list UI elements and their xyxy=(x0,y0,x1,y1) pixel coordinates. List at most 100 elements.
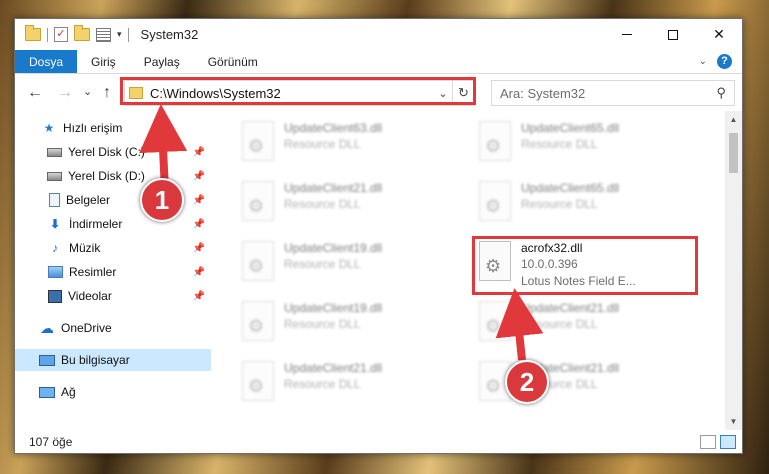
sidebar-item-videos[interactable]: Videolar 📌 xyxy=(15,285,211,307)
toolbar-divider xyxy=(47,27,48,42)
sidebar-item-local-disk-c[interactable]: Yerel Disk (C:) 📌 xyxy=(15,141,211,163)
sidebar-item-onedrive[interactable]: ☁ OneDrive xyxy=(15,317,211,339)
file-highlight xyxy=(472,236,698,295)
gear-icon: ⚙ xyxy=(248,256,265,276)
file-tile[interactable]: ⚙ UpdateClient21.dll Resource DLL xyxy=(475,297,705,349)
sidebar-item-label: Yerel Disk (D:) xyxy=(68,169,145,183)
pin-icon[interactable]: 📌 xyxy=(193,171,205,182)
ribbon-tabs: Dosya Giriş Paylaş Görünüm ⌄ ? xyxy=(15,50,742,74)
tab-share[interactable]: Paylaş xyxy=(130,50,194,73)
network-icon xyxy=(39,386,55,398)
up-arrow-icon[interactable]: ↑ xyxy=(103,84,111,102)
window-controls: ✕ xyxy=(604,19,742,50)
scrollbar-thumb[interactable] xyxy=(729,133,738,173)
file-type: Resource DLL xyxy=(521,137,598,151)
dll-file-icon: ⚙ xyxy=(242,361,274,401)
properties-check-icon[interactable]: ✓ xyxy=(54,27,68,42)
sidebar-item-label: Müzik xyxy=(69,241,101,255)
file-name: UpdateClient21.dll xyxy=(284,181,383,195)
expand-ribbon-icon[interactable]: ⌄ xyxy=(699,56,707,67)
file-name: UpdateClient65.dll xyxy=(521,121,620,135)
vertical-scrollbar[interactable]: ▲ ▼ xyxy=(725,111,742,430)
status-bar: 107 öğe xyxy=(15,430,742,453)
tiles-view-icon[interactable] xyxy=(720,434,736,449)
scroll-down-icon[interactable]: ▼ xyxy=(725,417,742,426)
tab-file[interactable]: Dosya xyxy=(15,50,78,73)
file-tile[interactable]: ⚙ UpdateClient21.dll Resource DLL xyxy=(238,357,468,409)
ribbon-help-area: ⌄ ? xyxy=(699,50,742,73)
file-tile[interactable]: ⚙ UpdateClient65.dll Resource DLL xyxy=(475,177,705,229)
pictures-icon xyxy=(48,266,63,278)
file-type: Resource DLL xyxy=(284,137,361,151)
forward-arrow-icon[interactable]: → xyxy=(57,84,73,102)
sidebar-item-quick-access[interactable]: ★ Hızlı erişim xyxy=(15,117,211,139)
sidebar-item-label: Hızlı erişim xyxy=(63,121,123,135)
music-icon: ♪ xyxy=(52,241,58,255)
sidebar-item-label: İndirmeler xyxy=(69,217,123,231)
gear-icon: ⚙ xyxy=(485,316,502,336)
file-type: Resource DLL xyxy=(521,317,598,331)
chevron-down-icon[interactable]: ▾ xyxy=(117,29,122,40)
sidebar-item-label: Ağ xyxy=(61,385,76,399)
file-name: UpdateClient19.dll xyxy=(284,241,383,255)
view-switcher xyxy=(700,434,736,449)
file-tile[interactable]: ⚙ UpdateClient21.dll Resource DLL xyxy=(238,177,468,229)
pin-icon[interactable]: 📌 xyxy=(193,291,205,302)
pin-icon[interactable]: 📌 xyxy=(193,147,205,158)
sidebar-item-network[interactable]: Ağ xyxy=(15,381,211,403)
recent-locations-icon[interactable]: ⌄ xyxy=(83,85,92,98)
drive-icon xyxy=(47,171,62,181)
file-type: Resource DLL xyxy=(521,197,598,211)
file-type: Resource DLL xyxy=(284,317,361,331)
toolbar-divider xyxy=(127,27,129,42)
gear-icon: ⚙ xyxy=(248,136,265,156)
maximize-icon xyxy=(668,29,678,40)
star-icon: ★ xyxy=(43,121,55,135)
pin-icon[interactable]: 📌 xyxy=(193,267,205,278)
close-button[interactable]: ✕ xyxy=(696,19,742,50)
scroll-up-icon[interactable]: ▲ xyxy=(725,115,742,124)
minimize-icon xyxy=(622,34,632,35)
address-bar-highlight xyxy=(120,77,476,105)
item-count: 107 öğe xyxy=(29,434,73,449)
maximize-button[interactable] xyxy=(650,19,696,50)
dll-file-icon: ⚙ xyxy=(479,181,511,221)
help-icon[interactable]: ? xyxy=(717,54,732,69)
details-view-icon[interactable] xyxy=(700,434,716,449)
file-tile[interactable]: ⚙ UpdateClient19.dll Resource DLL xyxy=(238,237,468,289)
search-input[interactable]: Ara: System32 ⚲ xyxy=(491,80,735,106)
search-icon[interactable]: ⚲ xyxy=(716,85,726,101)
minimize-button[interactable] xyxy=(604,19,650,50)
sidebar-item-downloads[interactable]: ⬇ İndirmeler 📌 xyxy=(15,213,211,235)
file-name: UpdateClient21.dll xyxy=(284,361,383,375)
file-name: UpdateClient21.dll xyxy=(521,301,620,315)
tab-home[interactable]: Giriş xyxy=(77,50,130,73)
file-type: Resource DLL xyxy=(284,377,361,391)
back-arrow-icon[interactable]: ← xyxy=(27,84,43,102)
file-tile[interactable]: ⚙ UpdateClient65.dll Resource DLL xyxy=(475,117,705,169)
new-folder-icon[interactable] xyxy=(74,25,90,41)
sidebar-item-music[interactable]: ♪ Müzik 📌 xyxy=(15,237,211,259)
file-tile[interactable]: ⚙ UpdateClient63.dll Resource DLL xyxy=(238,117,468,169)
search-placeholder: Ara: System32 xyxy=(500,85,586,101)
folder-icon xyxy=(25,25,41,41)
pin-icon[interactable]: 📌 xyxy=(193,243,205,254)
sidebar-item-local-disk-d[interactable]: Yerel Disk (D:) 📌 xyxy=(15,165,211,187)
downloads-icon: ⬇ xyxy=(49,217,61,231)
sidebar-item-label: Bu bilgisayar xyxy=(61,353,130,367)
pin-icon[interactable]: 📌 xyxy=(193,195,205,206)
pin-icon[interactable]: 📌 xyxy=(193,219,205,230)
tab-view[interactable]: Görünüm xyxy=(194,50,272,73)
sidebar-item-label: Videolar xyxy=(68,289,112,303)
gear-icon: ⚙ xyxy=(248,196,265,216)
file-tile[interactable]: ⚙ UpdateClient19.dll Resource DLL xyxy=(238,297,468,349)
file-name: UpdateClient19.dll xyxy=(284,301,383,315)
title-bar: ✓ ▾ System32 ✕ xyxy=(15,19,742,50)
customize-toolbar-icon[interactable] xyxy=(96,27,111,42)
videos-icon xyxy=(48,289,62,303)
sidebar-item-pictures[interactable]: Resimler 📌 xyxy=(15,261,211,283)
sidebar-item-label: Belgeler xyxy=(66,193,111,207)
dll-file-icon: ⚙ xyxy=(242,181,274,221)
quick-access-toolbar: ✓ ▾ System32 xyxy=(25,25,198,42)
sidebar-item-this-pc[interactable]: Bu bilgisayar xyxy=(15,349,211,371)
